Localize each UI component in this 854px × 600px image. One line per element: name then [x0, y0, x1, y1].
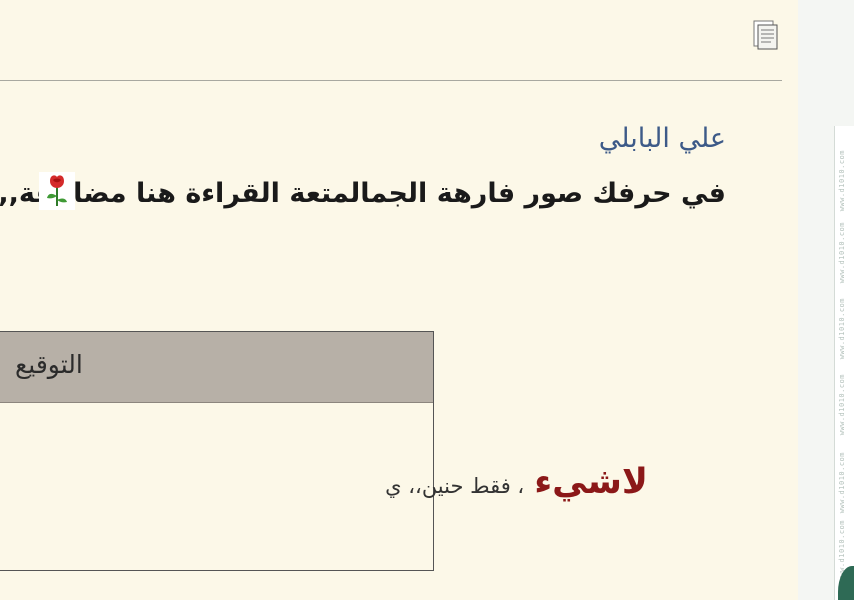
- quote-text: في حرفك صور فارهة الجمالمتعة القراءة هنا…: [0, 178, 726, 209]
- watermark-text: www.d1010.com: [838, 150, 846, 212]
- post-divider: [0, 80, 782, 81]
- signature-header: التوقيع: [0, 332, 433, 403]
- signature-title: التوقيع: [15, 350, 83, 379]
- watermark-text: www.d1010.com: [838, 222, 846, 284]
- post-area: علي البابلي في حرفك صور فارهة الجمالمتعة…: [0, 0, 798, 600]
- document-icon[interactable]: [752, 20, 778, 50]
- watermark-text: www.d1010.com: [838, 298, 846, 360]
- signature-box: التوقيع: [0, 331, 434, 571]
- watermark-text: www.d1010.com: [838, 374, 846, 436]
- watermark-text: www.d1010.com: [838, 452, 846, 514]
- signature-strong-text: لاشيء: [534, 462, 648, 502]
- signature-text: لاشيء ، فقط حنين،، ي: [385, 462, 648, 502]
- signature-rest-text: ، فقط حنين،، ي: [385, 474, 525, 498]
- quote-author: علي البابلي: [598, 123, 726, 154]
- rose-icon: [39, 172, 75, 210]
